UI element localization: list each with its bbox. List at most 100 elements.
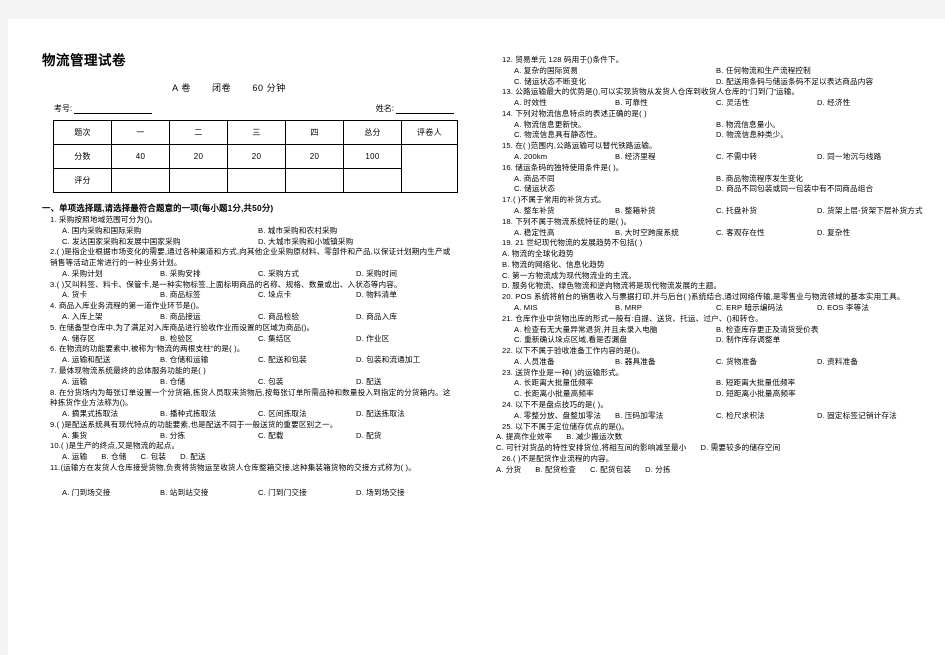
question-option[interactable]: B. 短距离大批量低频率 bbox=[716, 378, 918, 389]
question-option[interactable]: B. 仓储和运输 bbox=[160, 355, 258, 366]
question-option[interactable]: D. 短距离小批量高频率 bbox=[716, 389, 918, 400]
question-option[interactable]: B. 物流的网络化、信息化趋势 bbox=[502, 260, 605, 271]
question-option[interactable]: D. 配送用条码与储运条码不足以表达商品内容 bbox=[716, 77, 918, 88]
question-option[interactable]: C. 商品检验 bbox=[258, 312, 356, 323]
question-option[interactable]: A. 物流信息更新快。 bbox=[514, 120, 716, 131]
question-option[interactable]: A. 检查有无大量异常退货,并且未录入电脑 bbox=[514, 325, 716, 336]
student-name-blank[interactable] bbox=[396, 105, 454, 114]
question-option[interactable]: D. 配货 bbox=[356, 431, 454, 442]
question-option[interactable]: B. 大时空跨度系统 bbox=[615, 228, 716, 239]
question-option[interactable]: B. 商品接运 bbox=[160, 312, 258, 323]
question-option[interactable]: D. 配送 bbox=[356, 377, 454, 388]
question-option[interactable]: B. 任何物流和生产流程控制 bbox=[716, 66, 918, 77]
question-option[interactable]: B. 城市采购和农村采购 bbox=[258, 226, 454, 237]
question-option[interactable]: C. 包装 bbox=[258, 377, 356, 388]
exam-number-blank[interactable] bbox=[74, 105, 153, 114]
question-option[interactable]: D. 制作库存调整单 bbox=[716, 335, 918, 346]
question-option[interactable]: D. 商品入库 bbox=[356, 312, 454, 323]
question-option[interactable]: A. 人员准备 bbox=[514, 357, 615, 368]
question-option[interactable]: D. 物流信息种类少。 bbox=[716, 130, 918, 141]
question-option[interactable]: D. 大城市采购和小城镇采购 bbox=[258, 237, 454, 248]
question-option[interactable]: D. 服务化物流、绿色物流和逆向物流将是现代物流发展的主题。 bbox=[502, 281, 721, 292]
question-option[interactable]: C. 储运状态不断变化 bbox=[514, 77, 716, 88]
question-option[interactable]: D. 货架上层-货架下层补货方式 bbox=[817, 206, 923, 217]
question-option[interactable]: C. ERP 暗示编码法 bbox=[716, 303, 817, 314]
question-option[interactable]: B. 商品标签 bbox=[160, 290, 258, 301]
question-option[interactable]: D. 包装和流通加工 bbox=[356, 355, 454, 366]
question-option[interactable]: C. 可针对货品的特性安排货位,将相互间的影响减至最小 bbox=[496, 443, 687, 454]
question-option[interactable]: A. 摘果式拣取法 bbox=[62, 409, 160, 420]
question-option[interactable]: B. 检验区 bbox=[160, 334, 258, 345]
question-option[interactable]: B. 器具准备 bbox=[615, 357, 716, 368]
question-option[interactable]: B. 整箱补货 bbox=[615, 206, 716, 217]
question-option[interactable]: A. 物流的全球化趋势 bbox=[502, 249, 574, 260]
question-option[interactable]: A. 零整分放、盘整加零法 bbox=[514, 411, 615, 422]
question-option[interactable]: A. 长距离大批量低频率 bbox=[514, 378, 716, 389]
question-option[interactable]: C. 检尺求积法 bbox=[716, 411, 817, 422]
question-option[interactable]: D. 作业区 bbox=[356, 334, 454, 345]
question-option[interactable]: A. 分货 bbox=[496, 465, 521, 476]
question-option[interactable]: C. 客观存在性 bbox=[716, 228, 817, 239]
score-cell-1-2[interactable] bbox=[227, 168, 286, 193]
question-option[interactable]: C. 垛点卡 bbox=[258, 290, 356, 301]
question-option[interactable]: A. 商品不同 bbox=[514, 174, 716, 185]
question-option[interactable]: D. 资料准备 bbox=[817, 357, 918, 368]
question-option[interactable]: B. 播种式拣取法 bbox=[160, 409, 258, 420]
question-option[interactable]: A. 门到场交接 bbox=[62, 488, 160, 499]
question-option[interactable]: C. 区间拣取法 bbox=[258, 409, 356, 420]
question-option[interactable]: C. 托盘补货 bbox=[716, 206, 817, 217]
question-option[interactable]: A. 稳定性高 bbox=[514, 228, 615, 239]
question-option[interactable]: D. 配送 bbox=[180, 452, 206, 463]
question-option[interactable]: C. 物流信息具有静态性。 bbox=[514, 130, 716, 141]
question-option[interactable]: A. 运输和配送 bbox=[62, 355, 160, 366]
question-option[interactable]: B. 站到站交接 bbox=[160, 488, 258, 499]
score-cell-1-4[interactable] bbox=[343, 168, 402, 193]
question-option[interactable]: D. 场到场交接 bbox=[356, 488, 454, 499]
question-option[interactable]: D. 复杂性 bbox=[817, 228, 918, 239]
question-option[interactable]: B. MRP bbox=[615, 303, 716, 314]
question-option[interactable]: A. 提高作业效率 bbox=[496, 432, 552, 443]
question-option[interactable]: A. MIS bbox=[514, 303, 615, 314]
question-option[interactable]: D. EOS 李等法 bbox=[817, 303, 918, 314]
question-option[interactable]: A. 国内采购和国际采购 bbox=[62, 226, 258, 237]
question-option[interactable]: B. 商品物流程序发生变化 bbox=[716, 174, 918, 185]
question-option[interactable]: B. 仓储 bbox=[101, 452, 126, 463]
question-option[interactable]: D. 物料清单 bbox=[356, 290, 454, 301]
question-option[interactable]: C. 灵活性 bbox=[716, 98, 817, 109]
question-option[interactable]: C. 配载 bbox=[258, 431, 356, 442]
question-option[interactable]: A. 储存区 bbox=[62, 334, 160, 345]
question-option[interactable]: C. 长距离小批量高频率 bbox=[514, 389, 716, 400]
question-option[interactable]: A. 时效性 bbox=[514, 98, 615, 109]
question-option[interactable]: D. 采购时间 bbox=[356, 269, 454, 280]
question-option[interactable]: C. 采购方式 bbox=[258, 269, 356, 280]
question-option[interactable]: A. 货卡 bbox=[62, 290, 160, 301]
question-option[interactable]: A. 集货 bbox=[62, 431, 160, 442]
grader-cell[interactable] bbox=[401, 144, 458, 193]
question-option[interactable]: B. 检查库存更正及清货受价表 bbox=[716, 325, 918, 336]
question-option[interactable]: A. 整车补货 bbox=[514, 206, 615, 217]
question-option[interactable]: A. 入库上架 bbox=[62, 312, 160, 323]
question-option[interactable]: D. 配送拣取法 bbox=[356, 409, 454, 420]
question-option[interactable]: A. 复杂的国际贸易 bbox=[514, 66, 716, 77]
score-cell-1-0[interactable] bbox=[111, 168, 170, 193]
score-cell-1-3[interactable] bbox=[285, 168, 344, 193]
question-option[interactable]: B. 减少搬运次数 bbox=[566, 432, 622, 443]
question-option[interactable]: C. 门到门交接 bbox=[258, 488, 356, 499]
question-option[interactable]: B. 采购安排 bbox=[160, 269, 258, 280]
question-option[interactable]: B. 仓储 bbox=[160, 377, 258, 388]
question-option[interactable]: D. 分拣 bbox=[645, 465, 671, 476]
question-option[interactable]: B. 经济里程 bbox=[615, 152, 716, 163]
question-option[interactable]: B. 可靠性 bbox=[615, 98, 716, 109]
question-option[interactable]: B. 压码加零法 bbox=[615, 411, 716, 422]
question-option[interactable]: D. 固定标签记销计存法 bbox=[817, 411, 918, 422]
question-option[interactable]: C. 重新确认垛点区域,看是否漏盘 bbox=[514, 335, 716, 346]
question-option[interactable]: C. 包装 bbox=[140, 452, 166, 463]
question-option[interactable]: C. 配送和包装 bbox=[258, 355, 356, 366]
question-option[interactable]: C. 货物准备 bbox=[716, 357, 817, 368]
question-option[interactable]: A. 采购计划 bbox=[62, 269, 160, 280]
question-option[interactable]: D. 商品不同包装或同一包装中有不同商品组合 bbox=[716, 184, 918, 195]
question-option[interactable]: C. 配货包装 bbox=[590, 465, 631, 476]
question-option[interactable]: B. 物流信息量小。 bbox=[716, 120, 918, 131]
question-option[interactable]: C. 储运状态 bbox=[514, 184, 716, 195]
score-cell-1-1[interactable] bbox=[169, 168, 228, 193]
